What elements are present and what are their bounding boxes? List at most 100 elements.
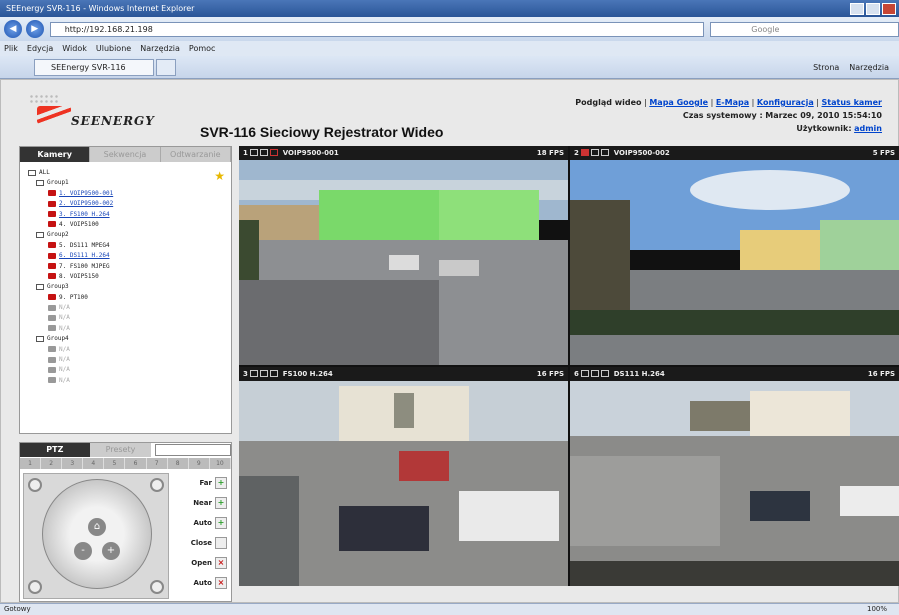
tree-label: 9. PT100 [59, 293, 88, 301]
minimize-button[interactable] [850, 2, 864, 15]
preset-number[interactable]: 8 [168, 458, 189, 469]
page-menu[interactable]: Strona [813, 63, 839, 72]
tree-group[interactable]: Group2 [28, 230, 231, 240]
camera-view-1[interactable]: 1 VOIP9500-001 18 FPS [239, 146, 568, 365]
maximize-button[interactable] [866, 2, 880, 15]
camera-view-6[interactable]: 6 DS111 H.264 16 FPS [570, 367, 899, 586]
tree-camera[interactable]: 5. DS111 MPEG4 [28, 241, 231, 251]
corner-button[interactable] [150, 580, 164, 594]
focus-auto-label: Auto [193, 519, 212, 527]
tree-camera[interactable]: N/A [28, 313, 231, 323]
preset-number[interactable]: 3 [62, 458, 84, 469]
tab-sequence[interactable]: Sekwencja [90, 147, 161, 162]
logo-text: SEENERGY [71, 114, 155, 128]
tree-camera[interactable]: 3. FS100 H.264 [28, 210, 231, 220]
nav-link-emap[interactable]: E-Mapa [716, 98, 749, 107]
menu-item-file[interactable]: Plik [4, 44, 18, 53]
iris-auto-label: Auto [193, 579, 212, 587]
web-page: SEENERGY SVR-116 Sieciowy Rejestrator Wi… [0, 79, 899, 603]
tree-camera[interactable]: N/A [28, 355, 231, 365]
camera-tree: ALL Group1 1. VOIP9500-001 2. VOIP9500-002 3… [20, 162, 231, 386]
zoom-level[interactable]: 100% [867, 604, 887, 615]
focus-far-button[interactable]: + [215, 477, 227, 489]
search-field[interactable]: Google [710, 21, 899, 37]
iris-close-button[interactable] [215, 537, 227, 549]
zoom-out-icon[interactable]: - [74, 542, 92, 560]
browser-tab[interactable]: SEEnergy SVR-116 [34, 58, 154, 76]
preset-number[interactable]: 5 [104, 458, 126, 469]
tree-camera[interactable]: N/A [28, 345, 231, 355]
menu-item-help[interactable]: Pomoc [189, 44, 216, 53]
tree-camera[interactable]: N/A [28, 324, 231, 334]
tree-label: 2. VOIP9500-002 [59, 200, 114, 208]
menu-item-edit[interactable]: Edycja [27, 44, 53, 53]
ptz-panel: PTZ Presety 1 2 3 4 5 6 7 8 9 10 ⌂ - + Far + Near +… [19, 442, 232, 602]
url-field[interactable]: http://192.168.21.198 [49, 21, 705, 37]
tree-label: Group2 [47, 231, 69, 239]
tree-camera[interactable]: 7. FS100 MJPEG [28, 262, 231, 272]
preset-number[interactable]: 10 [210, 458, 231, 469]
tab-cameras[interactable]: Kamery [20, 147, 91, 162]
nav-link-config[interactable]: Konfiguracja [757, 98, 814, 107]
camera-icon [48, 294, 56, 301]
tree-camera[interactable]: 1. VOIP9500-001 [28, 189, 231, 199]
preset-number[interactable]: 1 [20, 458, 42, 469]
camera-grid: 1 VOIP9500-001 18 FPS 2 VOIP9500-002 5 FPS [239, 146, 899, 586]
tools-menu[interactable]: Narzędzia [849, 63, 889, 72]
focus-auto-button[interactable]: + [215, 517, 227, 529]
tree-label: 3. FS100 H.264 [59, 210, 110, 218]
preset-number[interactable]: 7 [147, 458, 168, 469]
camera-icon [48, 304, 56, 311]
tab-presets[interactable]: Presety [89, 443, 152, 457]
folder-icon [28, 169, 36, 176]
corner-button[interactable] [150, 478, 164, 492]
tab-bar: SEEnergy SVR-116 Strona Narzędzia [0, 56, 899, 79]
focus-near-label: Near [193, 499, 212, 507]
camera-feed-image [570, 381, 899, 586]
corner-button[interactable] [28, 580, 42, 594]
zoom-in-icon[interactable]: + [102, 542, 120, 560]
tree-camera[interactable]: 8. VOIP5150 [28, 272, 231, 282]
tree-camera[interactable]: 6. DS111 H.264 [28, 251, 231, 261]
nav-link-google-map[interactable]: Mapa Google [649, 98, 708, 107]
tree-camera[interactable]: 9. PT100 [28, 293, 231, 303]
tree-group[interactable]: Group4 [28, 334, 231, 344]
top-navigation: Podgląd wideo | Mapa Google | E-Mapa | K… [575, 98, 882, 133]
nav-link-camera-status[interactable]: Status kamer [822, 98, 882, 107]
tree-label: N/A [59, 345, 70, 353]
preset-number[interactable]: 4 [83, 458, 105, 469]
tree-camera[interactable]: 4. VOIP5100 [28, 220, 231, 230]
tree-camera[interactable]: N/A [28, 376, 231, 386]
camera-view-2[interactable]: 2 VOIP9500-002 5 FPS [570, 146, 899, 365]
tree-camera[interactable]: 2. VOIP9500-002 [28, 199, 231, 209]
preset-number[interactable]: 6 [125, 458, 147, 469]
preset-select[interactable] [155, 444, 231, 456]
forward-arrow-icon[interactable]: ▶ [25, 20, 44, 38]
iris-auto-button[interactable]: × [215, 577, 227, 589]
camera-view-3[interactable]: 3 FS100 H.264 16 FPS [239, 367, 568, 586]
user-link[interactable]: admin [854, 124, 882, 133]
preset-number[interactable]: 2 [41, 458, 63, 469]
menu-item-tools[interactable]: Narzędzia [140, 44, 180, 53]
corner-button[interactable] [28, 478, 42, 492]
focus-near-button[interactable]: + [215, 497, 227, 509]
tree-label: N/A [59, 324, 70, 332]
menu-item-view[interactable]: Widok [62, 44, 87, 53]
tree-group[interactable]: Group3 [28, 282, 231, 292]
back-arrow-icon[interactable]: ◀ [4, 20, 22, 38]
preset-number[interactable]: 9 [189, 458, 210, 469]
tab-playback[interactable]: Odtwarzanie [160, 147, 231, 162]
tree-root[interactable]: ALL [28, 168, 231, 178]
camera-icon [48, 346, 56, 353]
tab-ptz[interactable]: PTZ [20, 443, 90, 457]
tree-camera[interactable]: N/A [28, 303, 231, 313]
close-window-button[interactable] [882, 2, 896, 15]
home-icon[interactable]: ⌂ [88, 518, 106, 536]
new-tab-button[interactable] [156, 58, 176, 76]
tree-group[interactable]: Group1 [28, 178, 231, 188]
tree-camera[interactable]: N/A [28, 365, 231, 375]
ptz-joystick[interactable]: ⌂ - + [23, 473, 169, 599]
iris-open-button[interactable]: × [215, 557, 227, 569]
menu-item-favorites[interactable]: Ulubione [96, 44, 131, 53]
folder-icon [36, 335, 44, 342]
